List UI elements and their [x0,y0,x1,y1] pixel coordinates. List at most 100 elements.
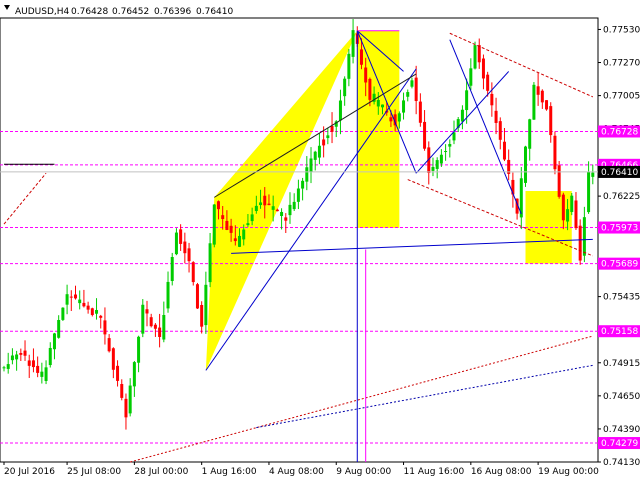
candle-body [528,119,532,149]
candle-body [465,90,469,111]
candle-body [477,45,481,63]
candle-body [263,195,267,206]
candle-body [111,348,115,370]
candle-body [486,74,490,91]
plot-area [0,17,599,463]
y-tick-label: 0.74390 [603,425,640,435]
candle-body [170,257,174,282]
x-tick-label: 25 Jul 08:00 [67,467,121,477]
candle-body [216,201,220,210]
candle-body [204,284,208,326]
candle-body [82,302,86,307]
y-tick-label: 0.74915 [603,359,640,369]
candle-body [225,220,229,230]
candle-body [15,354,19,360]
candle-body [137,336,141,363]
candle-body [524,146,528,183]
y-tick-label: 0.77270 [603,59,640,69]
candle-body [423,121,427,149]
candle-body [351,30,355,57]
candle-body [90,308,94,316]
candle-body [162,314,166,340]
candle-body [431,166,435,171]
header-close: 0.76410 [196,7,233,17]
candle-body [275,209,279,212]
candle-body [280,211,284,216]
candle-body [582,217,586,256]
y-tick-label: 0.75435 [603,293,640,303]
candle-body [132,362,136,387]
y-tick-label: 0.74650 [603,392,640,402]
candle-body [99,315,103,318]
collapse-arrow-icon[interactable] [4,5,10,10]
candle-body [195,284,199,309]
y-tick-label: 0.77005 [603,92,640,102]
candle-body [145,309,149,314]
y-tick-label: 0.77530 [603,25,640,35]
header-open: 0.76428 [71,7,108,17]
candle-body [292,201,296,210]
candle-body [158,327,162,337]
level-tag-label: 0.74279 [601,439,638,449]
candle-body [296,188,300,202]
candle-body [61,307,65,320]
candle-body [368,78,372,100]
x-tick-label: 28 Jul 00:00 [134,467,188,477]
candle-body [490,93,494,106]
candle-body [448,144,452,147]
zone-rect-top [357,30,400,228]
candle-body [481,58,485,79]
candle-body [540,90,544,103]
level-tag-label: 0.75158 [601,327,638,337]
candle-body [574,200,578,229]
candle-body [330,126,334,132]
candle-body [414,77,418,102]
candle-body [166,281,170,309]
candle-body [288,204,292,216]
candle-body [502,141,506,160]
candle-body [397,113,401,122]
candle-body [444,151,448,153]
candle-body [498,121,502,140]
candle-body [532,84,536,120]
candle-body [364,67,368,83]
candle-body [86,305,90,310]
price-chart[interactable]: 0.741300.743900.746500.749150.751750.754… [0,0,640,480]
candle-body [570,195,574,212]
x-tick-label: 20 Jul 2016 [4,467,55,477]
candle-body [23,350,27,356]
header-symbol: AUDUSD,H4 [15,7,70,17]
chart-header: AUDUSD,H4 0.76428 0.76452 0.76396 0.7641… [4,5,233,17]
candle-body [10,355,14,361]
candle-body [271,206,275,210]
candle-body [153,324,157,329]
candle-body [65,294,69,305]
candle-body [229,225,233,233]
candle-body [36,365,40,373]
y-tick-label: 0.74130 [603,458,640,468]
candle-body [410,80,414,87]
header-high: 0.76452 [112,7,149,17]
candle-body [246,223,250,226]
candle-body [578,225,582,261]
candle-body [309,158,313,172]
candle-body [418,101,422,123]
candle-body [250,214,254,222]
candle-body [343,78,347,97]
candle-body [317,145,321,158]
candle-body [381,104,385,108]
y-tick-label: 0.76225 [603,192,640,202]
x-tick-label: 1 Aug 16:00 [202,467,257,477]
candle-body [238,235,242,247]
candle-body [305,167,309,182]
level-tag-label: 0.75973 [601,224,638,234]
candle-body [69,296,73,298]
candle-body [2,367,6,369]
candle-body [267,203,271,206]
candle-body [116,365,120,381]
candle-body [557,165,561,197]
candle-body [553,135,557,170]
candle-body [284,217,288,221]
candle-body [233,238,237,242]
current-price-label: 0.76410 [601,168,638,178]
